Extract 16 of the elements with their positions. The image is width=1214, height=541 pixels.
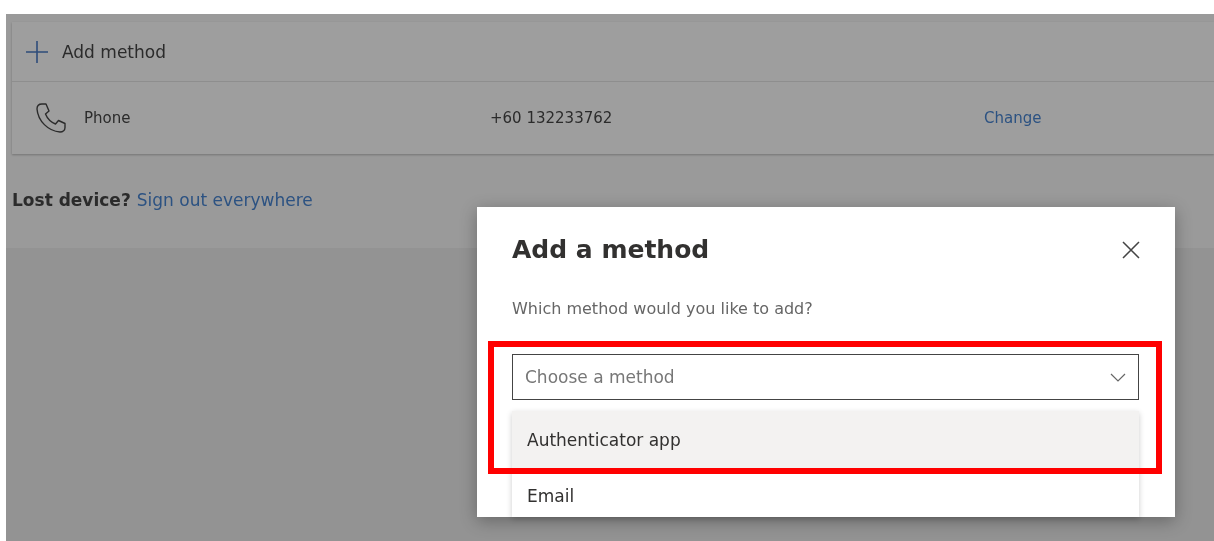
- dropdown-option[interactable]: Authenticator app: [512, 411, 1139, 468]
- plus-icon: [26, 40, 48, 63]
- phone-icon: [34, 101, 68, 135]
- method-name: Phone: [84, 109, 132, 127]
- close-icon: [1122, 240, 1140, 259]
- chevron-down-icon: [1110, 372, 1126, 382]
- close-button[interactable]: [1122, 240, 1140, 259]
- sign-out-everywhere-link[interactable]: Sign out everywhere: [136, 190, 313, 210]
- method-value: +60 132233762: [490, 109, 614, 127]
- change-link[interactable]: Change: [984, 109, 1042, 127]
- dropdown-option[interactable]: Email: [512, 474, 1139, 517]
- question-text: Which method would you like to add?: [512, 299, 814, 318]
- add-method-button[interactable]: Add method: [12, 22, 1214, 82]
- dialog-title: Add a method: [512, 235, 710, 264]
- lost-device-label: Lost device?: [12, 190, 131, 210]
- method-dropdown[interactable]: Choose a method: [512, 354, 1139, 400]
